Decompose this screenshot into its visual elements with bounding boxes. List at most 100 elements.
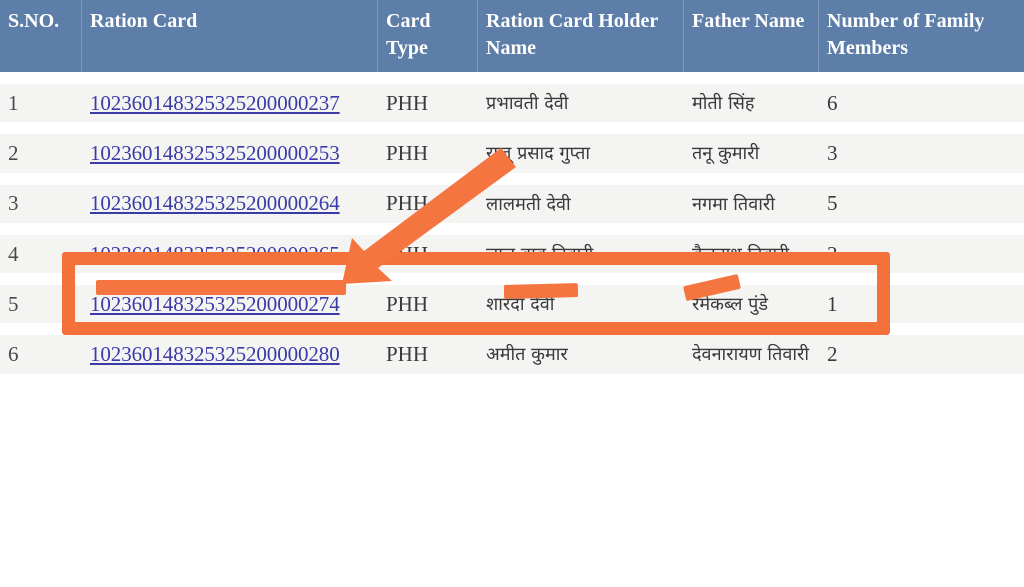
cell-sno: 1 — [0, 84, 82, 123]
row-spacer — [0, 323, 1024, 336]
cell-ration-card[interactable]: 102360148325325200000253 — [82, 134, 378, 173]
cell-card-type: PHH — [378, 285, 478, 324]
column-header-family-members: Number of Family Members — [819, 0, 1024, 72]
father-name-value: नगमा तिवारी — [692, 193, 775, 215]
sno-value: 4 — [8, 241, 19, 266]
cell-holder-name: प्रभावती देवी — [478, 84, 684, 123]
card-type-value: PHH — [386, 90, 429, 115]
cell-holder-name: लालमती देवी — [478, 184, 684, 223]
cell-holder-name: लाल बाबु तिवारी — [478, 234, 684, 274]
ration-card-link[interactable]: 102360148325325200000280 — [90, 342, 340, 366]
cell-sno: 5 — [0, 285, 82, 324]
cell-family-members: 1 — [819, 285, 1024, 324]
holder-name-value: प्रभावती देवी — [486, 93, 569, 114]
cell-card-type: PHH — [378, 234, 478, 274]
cell-ration-card[interactable]: 102360148325325200000274 — [82, 285, 378, 324]
ration-card-link[interactable]: 102360148325325200000237 — [90, 91, 340, 115]
column-header-ration-card: Ration Card — [82, 0, 378, 72]
column-header-card-type: Card Type — [378, 0, 478, 72]
cell-holder-name: राजू प्रसाद गुप्ता — [478, 134, 684, 173]
holder-name-value: लालमती देवी — [486, 193, 571, 215]
row-spacer — [0, 122, 1024, 135]
cell-ration-card[interactable]: 102360148325325200000237 — [82, 84, 378, 123]
ration-card-link[interactable]: 102360148325325200000264 — [90, 191, 340, 215]
row-spacer-cell — [0, 172, 1024, 185]
ration-card-link[interactable]: 102360148325325200000274 — [90, 292, 340, 316]
table-header: S.NO. Ration Card Card Type Ration Card … — [0, 0, 1024, 72]
card-type-value: PHH — [386, 342, 429, 367]
column-header-father-name: Father Name — [684, 0, 819, 72]
family-members-value: 3 — [827, 140, 838, 165]
cell-holder-name: अमीत कुमार — [478, 335, 684, 374]
cell-ration-card[interactable]: 102360148325325200000280 — [82, 335, 378, 374]
cell-holder-name: शारदा देवी — [478, 285, 684, 324]
sno-value: 3 — [8, 191, 19, 216]
row-spacer-cell — [0, 323, 1024, 336]
cell-sno: 4 — [0, 234, 82, 274]
cell-card-type: PHH — [378, 184, 478, 223]
cell-father-name: रमेकब्ल पुंडे — [684, 285, 819, 324]
table-body: 1 102360148325325200000237 PHH प्रभावती … — [0, 72, 1024, 374]
ration-card-list-page: S.NO. Ration Card Card Type Ration Card … — [0, 0, 1024, 587]
cell-sno: 6 — [0, 335, 82, 374]
cell-ration-card[interactable]: 102360148325325200000265 — [82, 234, 378, 274]
table-row-highlighted: 3 102360148325325200000264 PHH लालमती दे… — [0, 184, 1024, 223]
card-type-value: PHH — [386, 241, 429, 266]
cell-sno: 2 — [0, 134, 82, 173]
cell-father-name: देवनारायण तिवारी — [684, 335, 819, 374]
row-spacer — [0, 273, 1024, 286]
column-header-sno: S.NO. — [0, 0, 82, 72]
holder-name-value: शारदा देवी — [486, 294, 555, 316]
table-row: 2 102360148325325200000253 PHH राजू प्रस… — [0, 134, 1024, 173]
cell-card-type: PHH — [378, 335, 478, 374]
table-row: 5 102360148325325200000274 PHH शारदा देव… — [0, 285, 1024, 324]
cell-ration-card[interactable]: 102360148325325200000264 — [82, 184, 378, 223]
table-row: 6 102360148325325200000280 PHH अमीत कुमा… — [0, 335, 1024, 374]
family-members-value: 6 — [827, 90, 838, 115]
cell-family-members: 6 — [819, 84, 1024, 123]
family-members-value: 5 — [827, 191, 838, 216]
sno-value: 1 — [8, 90, 19, 115]
father-name-value: बैजनाथ तिवारी — [692, 243, 790, 265]
ration-card-link[interactable]: 102360148325325200000253 — [90, 141, 340, 165]
table-row: 4 102360148325325200000265 PHH लाल बाबु … — [0, 234, 1024, 274]
holder-name-value: अमीत कुमार — [486, 344, 568, 366]
father-name-value: मोती सिंह — [692, 93, 755, 114]
sno-value: 5 — [8, 291, 19, 316]
family-members-value: 2 — [827, 342, 838, 367]
cell-father-name: बैजनाथ तिवारी — [684, 234, 819, 274]
column-header-holder-name: Ration Card Holder Name — [478, 0, 684, 72]
card-type-value: PHH — [386, 140, 429, 165]
card-type-value: PHH — [386, 291, 429, 316]
holder-name-value: लाल बाबु तिवारी — [486, 243, 594, 265]
cell-father-name: मोती सिंह — [684, 84, 819, 123]
cell-sno: 3 — [0, 184, 82, 223]
cell-family-members: 2 — [819, 335, 1024, 374]
table-row: 1 102360148325325200000237 PHH प्रभावती … — [0, 84, 1024, 123]
family-members-value: 3 — [827, 241, 838, 266]
row-spacer — [0, 72, 1024, 84]
cell-family-members: 5 — [819, 184, 1024, 223]
row-spacer — [0, 222, 1024, 235]
table-header-row: S.NO. Ration Card Card Type Ration Card … — [0, 0, 1024, 72]
family-members-value: 1 — [827, 291, 838, 316]
ration-card-link[interactable]: 102360148325325200000265 — [90, 242, 340, 266]
father-name-value: रमेकब्ल पुंडे — [692, 294, 768, 316]
row-spacer-cell — [0, 72, 1024, 84]
cell-card-type: PHH — [378, 84, 478, 123]
father-name-value: देवनारायण तिवारी — [692, 344, 810, 366]
row-spacer-cell — [0, 222, 1024, 235]
holder-name-value: राजू प्रसाद गुप्ता — [486, 143, 591, 165]
row-spacer — [0, 172, 1024, 185]
cell-family-members: 3 — [819, 234, 1024, 274]
card-type-value: PHH — [386, 191, 429, 216]
cell-card-type: PHH — [378, 134, 478, 173]
row-spacer-cell — [0, 122, 1024, 135]
sno-value: 2 — [8, 140, 19, 165]
ration-card-table: S.NO. Ration Card Card Type Ration Card … — [0, 0, 1024, 374]
father-name-value: तनू कुमारी — [692, 143, 760, 165]
cell-father-name: नगमा तिवारी — [684, 184, 819, 223]
cell-father-name: तनू कुमारी — [684, 134, 819, 173]
cell-family-members: 3 — [819, 134, 1024, 173]
row-spacer-cell — [0, 273, 1024, 286]
